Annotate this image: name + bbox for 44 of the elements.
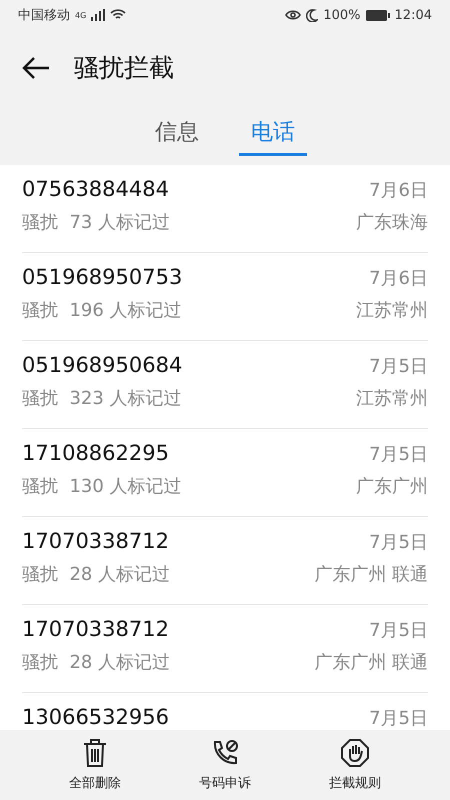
- eye-icon: [285, 9, 302, 21]
- location: 广东广州 联通: [314, 563, 428, 586]
- phone-number: 051968950684: [22, 353, 182, 377]
- location: 江苏常州: [356, 299, 428, 322]
- phone-number: 17108862295: [22, 441, 169, 465]
- spam-reports: 骚扰 28 人标记过: [22, 563, 170, 586]
- network-label: 4G: [75, 10, 86, 20]
- tab[interactable]: 电话: [239, 117, 307, 156]
- call-date: 7月6日: [369, 179, 428, 202]
- trash-icon: [82, 738, 108, 768]
- phone-number: 17070338712: [22, 617, 169, 641]
- spam-reports: 骚扰 130 人标记过: [22, 475, 182, 498]
- phone-number: 13066532956: [22, 705, 169, 729]
- location: 江苏常州: [356, 387, 428, 410]
- battery-icon: [366, 10, 390, 20]
- moon-icon: [306, 8, 318, 22]
- location: 广东广州 联通: [314, 651, 428, 674]
- phone-number: 07563884484: [22, 177, 169, 201]
- action-button[interactable]: 号码申诉: [180, 738, 270, 800]
- battery-percent: 100%: [323, 8, 361, 22]
- location: 广东广州: [356, 475, 428, 498]
- action-button[interactable]: 拦截规则: [310, 738, 400, 800]
- call-date: 7月5日: [369, 619, 428, 642]
- location: 广东珠海: [356, 211, 428, 234]
- signal-icon: [91, 9, 106, 21]
- action-button[interactable]: 全部删除: [50, 738, 140, 800]
- tab[interactable]: 信息: [143, 117, 211, 156]
- phone-number: 051968950753: [22, 265, 182, 289]
- back-button[interactable]: [22, 56, 50, 80]
- spam-reports: 骚扰 73 人标记过: [22, 211, 170, 234]
- wifi-icon: [110, 9, 126, 21]
- call-date: 7月5日: [369, 355, 428, 378]
- spam-reports: 骚扰 196 人标记过: [22, 299, 182, 322]
- clock: 12:04: [394, 8, 432, 22]
- carrier-label: 中国移动: [18, 7, 70, 24]
- spam-reports: 骚扰 28 人标记过: [22, 651, 170, 674]
- call-date: 7月5日: [369, 707, 428, 730]
- call-date: 7月6日: [369, 267, 428, 290]
- call-date: 7月5日: [369, 531, 428, 554]
- page-title: 骚扰拦截: [74, 52, 174, 84]
- spam-reports: 骚扰 323 人标记过: [22, 387, 182, 410]
- call-date: 7月5日: [369, 443, 428, 466]
- stop-hand-icon: [340, 738, 370, 768]
- phone-number: 17070338712: [22, 529, 169, 553]
